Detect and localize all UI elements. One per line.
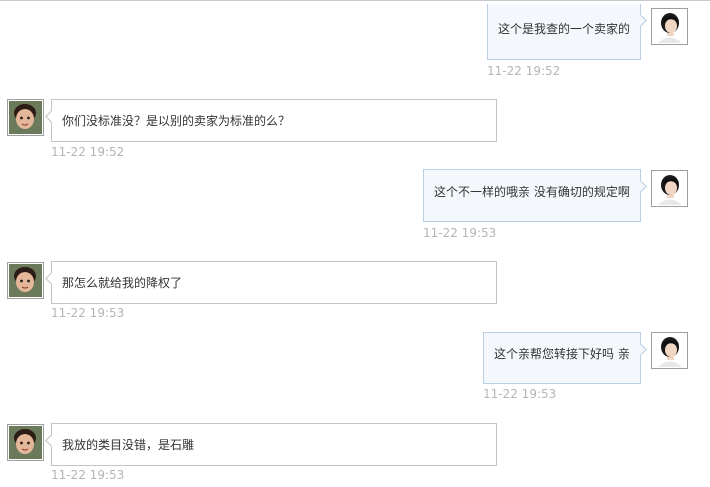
customer-avatar[interactable] <box>7 99 44 136</box>
agent-avatar[interactable] <box>651 170 688 207</box>
agent-avatar-image <box>653 334 686 367</box>
customer-avatar[interactable] <box>7 424 44 461</box>
message-bubble: 这个不一样的哦亲 没有确切的规定啊 <box>423 169 647 222</box>
message-bubble: 那怎么就给我的降权了 <box>45 261 497 304</box>
message-bubble: 你们没标准没？是以别的卖家为标准的么？ <box>45 99 497 142</box>
message-timestamp: 11-22 19:53 <box>483 387 557 401</box>
agent-avatar-image <box>653 10 686 43</box>
bubble-tail <box>45 110 58 123</box>
message-timestamp: 11-22 19:52 <box>487 64 561 78</box>
bubble-tail <box>45 434 58 447</box>
message-bubble: 我放的类目没错，是石雕 <box>45 423 497 466</box>
agent-avatar[interactable] <box>651 8 688 45</box>
message-timestamp: 11-22 19:52 <box>51 145 125 159</box>
message-timestamp: 11-22 19:53 <box>51 306 125 320</box>
bubble-tail <box>634 180 647 193</box>
bubble-tail <box>634 14 647 27</box>
message-text: 这个亲帮您转接下好吗 亲 <box>494 347 630 361</box>
message-text: 你们没标准没？是以别的卖家为标准的么？ <box>62 114 291 128</box>
message-text: 这个不一样的哦亲 没有确切的规定啊 <box>434 185 630 199</box>
message-bubble: 这个亲帮您转接下好吗 亲 <box>483 332 647 384</box>
agent-avatar-image <box>653 172 686 205</box>
bubble-tail <box>634 343 647 356</box>
top-divider <box>0 0 710 1</box>
message-timestamp: 11-22 19:53 <box>423 226 497 240</box>
customer-avatar-image <box>9 101 42 134</box>
bubble-tail <box>45 272 58 285</box>
message-timestamp: 11-22 19:53 <box>51 468 125 482</box>
message-bubble: 这个是我查的一个卖家的 <box>487 4 647 60</box>
customer-avatar[interactable] <box>7 262 44 299</box>
message-text: 我放的类目没错，是石雕 <box>62 438 195 452</box>
agent-avatar[interactable] <box>651 332 688 369</box>
customer-avatar-image <box>9 426 42 459</box>
message-text: 这个是我查的一个卖家的 <box>498 22 631 36</box>
message-text: 那怎么就给我的降权了 <box>62 276 183 290</box>
customer-avatar-image <box>9 264 42 297</box>
